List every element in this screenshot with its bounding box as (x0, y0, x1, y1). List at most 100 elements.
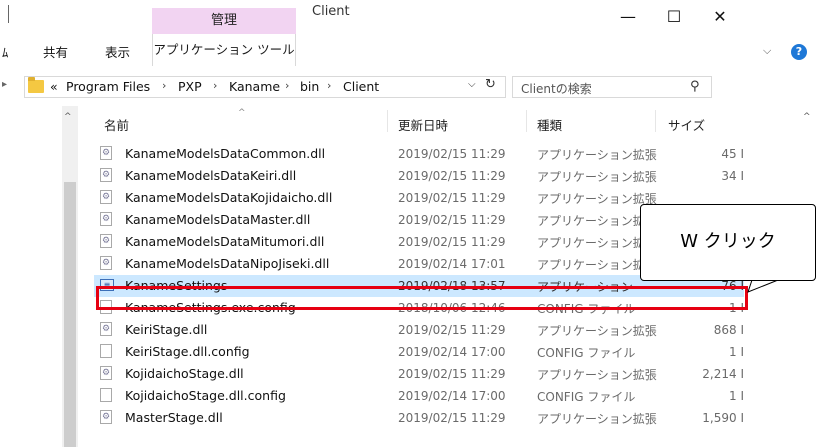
navigation-pane (0, 106, 62, 447)
file-type: アプリケーション拡張 (537, 236, 657, 250)
file-size: 1,590 I (702, 411, 744, 425)
dll-file-icon: ⚙ (100, 410, 112, 424)
file-date: 2019/02/15 11:29 (398, 191, 506, 205)
tab-partial[interactable]: ﾑ (2, 42, 8, 61)
file-name: KanameModelsDataKeiri.dll (125, 168, 297, 183)
column-header-name[interactable]: 名前 (104, 115, 129, 134)
file-type: アプリケーション拡張 (537, 368, 657, 382)
window-title: Client (312, 4, 350, 19)
file-type: アプリケーション拡張 (537, 324, 657, 338)
breadcrumb-kaname[interactable]: Kaname (229, 79, 280, 94)
file-type: アプリケーション拡張 (537, 258, 657, 272)
file-row[interactable]: ⚙ MasterStage.dll 2019/02/15 11:29 アプリケーション… (94, 407, 744, 429)
tab-share[interactable]: 共有 (43, 42, 68, 61)
file-date: 2019/02/15 11:29 (398, 235, 506, 249)
nav-arrow-icon[interactable]: ▸ (2, 79, 7, 90)
file-name: KojidaichoStage.dll.config (125, 388, 286, 403)
minimize-button[interactable]: — (605, 2, 651, 32)
file-date: 2019/02/15 11:29 (398, 213, 506, 227)
column-divider[interactable] (655, 110, 656, 132)
breadcrumb-program-files[interactable]: Program Files (66, 79, 150, 94)
title-divider (8, 5, 9, 23)
file-date: 2019/02/14 17:00 (398, 389, 506, 403)
breadcrumb-bin[interactable]: bin (300, 79, 319, 94)
dll-file-icon: ⚙ (100, 212, 112, 226)
dll-file-icon: ⚙ (100, 366, 112, 380)
ribbon-expand-icon[interactable]: ⌵ (763, 44, 771, 58)
address-dropdown-icon[interactable]: ⌵ (468, 79, 476, 90)
dll-file-icon: ⚙ (100, 256, 112, 270)
file-name: KeiriStage.dll.config (125, 344, 250, 359)
file-row[interactable]: ⚙ KeiriStage.dll 2019/02/15 11:29 アプリケーション拡… (94, 319, 744, 341)
file-row[interactable]: KojidaichoStage.dll.config 2019/02/14 17:… (94, 385, 744, 407)
file-date: 2019/02/15 11:29 (398, 147, 506, 161)
dll-file-icon: ⚙ (100, 190, 112, 204)
file-row[interactable]: ⚙ KanameModelsDataKeiri.dll 2019/02/15 11:… (94, 165, 744, 187)
file-size: 1 I (729, 345, 744, 359)
column-divider[interactable] (526, 110, 527, 132)
maximize-button[interactable]: ☐ (651, 2, 697, 32)
file-row[interactable]: KeiriStage.dll.config 2019/02/14 17:00 CON… (94, 341, 744, 363)
file-size: 45 I (721, 147, 744, 161)
breadcrumb-separator[interactable]: › (213, 79, 217, 92)
column-header-date[interactable]: 更新日時 (398, 115, 448, 134)
file-type: アプリケーション拡張 (537, 192, 657, 206)
breadcrumb-separator[interactable]: › (162, 79, 166, 92)
help-icon[interactable]: ? (791, 44, 807, 60)
context-tab-group: 管理 (152, 8, 296, 34)
file-name: KanameModelsDataKojidaicho.dll (125, 190, 333, 205)
search-input[interactable]: Clientの検索 (512, 76, 712, 98)
column-header-type[interactable]: 種類 (537, 115, 562, 134)
tab-view[interactable]: 表示 (105, 42, 130, 61)
file-type: アプリケーション拡張 (537, 170, 657, 184)
file-size: 868 I (713, 323, 744, 337)
file-date: 2019/02/15 11:29 (398, 411, 506, 425)
file-row[interactable]: ⚙ KojidaichoStage.dll 2019/02/15 11:29 アプリケ… (94, 363, 744, 385)
breadcrumb-separator[interactable]: › (285, 79, 289, 92)
dll-file-icon: ⚙ (100, 168, 112, 182)
breadcrumb-client[interactable]: Client (343, 79, 379, 94)
file-date: 2019/02/14 17:00 (398, 345, 506, 359)
file-type: アプリケーション拡張 (537, 148, 657, 162)
file-name: KojidaichoStage.dll (125, 366, 244, 381)
sort-ascending-icon: ^ (238, 108, 246, 118)
file-type: アプリケーション拡張 (537, 412, 657, 426)
nav-scrollbar-thumb[interactable] (64, 182, 76, 447)
file-date: 2019/02/15 11:29 (398, 323, 506, 337)
highlight-box (96, 286, 748, 310)
dll-file-icon: ⚙ (100, 234, 112, 248)
file-size: 2,214 I (702, 367, 744, 381)
file-name: MasterStage.dll (125, 410, 223, 425)
file-date: 2019/02/15 11:29 (398, 367, 506, 381)
close-button[interactable]: ✕ (697, 2, 743, 32)
file-name: KeiriStage.dll (125, 322, 208, 337)
search-icon[interactable]: ⚲ (690, 79, 700, 94)
dll-file-icon: ⚙ (100, 146, 112, 160)
file-row[interactable]: ⚙ KanameModelsDataCommon.dll 2019/02/15 11… (94, 143, 744, 165)
folder-icon (28, 77, 44, 93)
main-scroll-up-icon[interactable]: ^ (803, 112, 811, 122)
config-file-icon (100, 388, 112, 402)
callout-text: W クリック (680, 231, 776, 252)
file-type: CONFIG ファイル (537, 346, 636, 360)
nav-scroll-up-icon[interactable]: ^ (64, 112, 72, 122)
file-type: アプリケーション拡張 (537, 214, 657, 228)
file-date: 2019/02/15 11:29 (398, 169, 506, 183)
file-size: 1 I (729, 389, 744, 403)
tab-application-tools[interactable]: アプリケーション ツール (152, 34, 296, 66)
file-date: 2019/02/14 17:01 (398, 257, 506, 271)
breadcrumb-pxp[interactable]: PXP (178, 79, 202, 94)
column-divider[interactable] (387, 110, 388, 132)
breadcrumb-overflow[interactable]: « (50, 79, 58, 94)
column-header-size[interactable]: サイズ (668, 115, 705, 134)
refresh-icon[interactable]: ↻ (485, 77, 496, 92)
file-name: KanameModelsDataCommon.dll (125, 146, 326, 161)
file-type: CONFIG ファイル (537, 390, 636, 404)
file-size: 34 I (721, 169, 744, 183)
dll-file-icon: ⚙ (100, 322, 112, 336)
file-name: KanameModelsDataMaster.dll (125, 212, 311, 227)
file-name: KanameModelsDataNipoJiseki.dll (125, 256, 330, 271)
file-name: KanameModelsDataMitumori.dll (125, 234, 325, 249)
breadcrumb-separator[interactable]: › (327, 79, 331, 92)
config-file-icon (100, 344, 112, 358)
